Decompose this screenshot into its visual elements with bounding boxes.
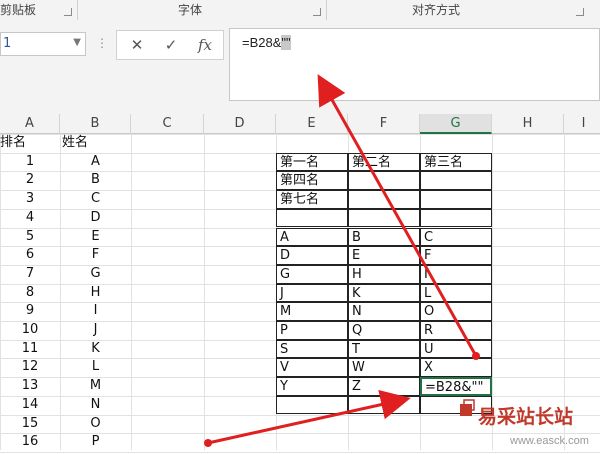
annotation-arrows: [204, 74, 480, 447]
arrow-to-formula-bar: [317, 74, 478, 357]
arrow-dot: [472, 352, 480, 360]
arrow-dot: [204, 439, 212, 447]
arrow-to-cell-g: [207, 389, 411, 445]
grid-row-line: [0, 451, 600, 453]
